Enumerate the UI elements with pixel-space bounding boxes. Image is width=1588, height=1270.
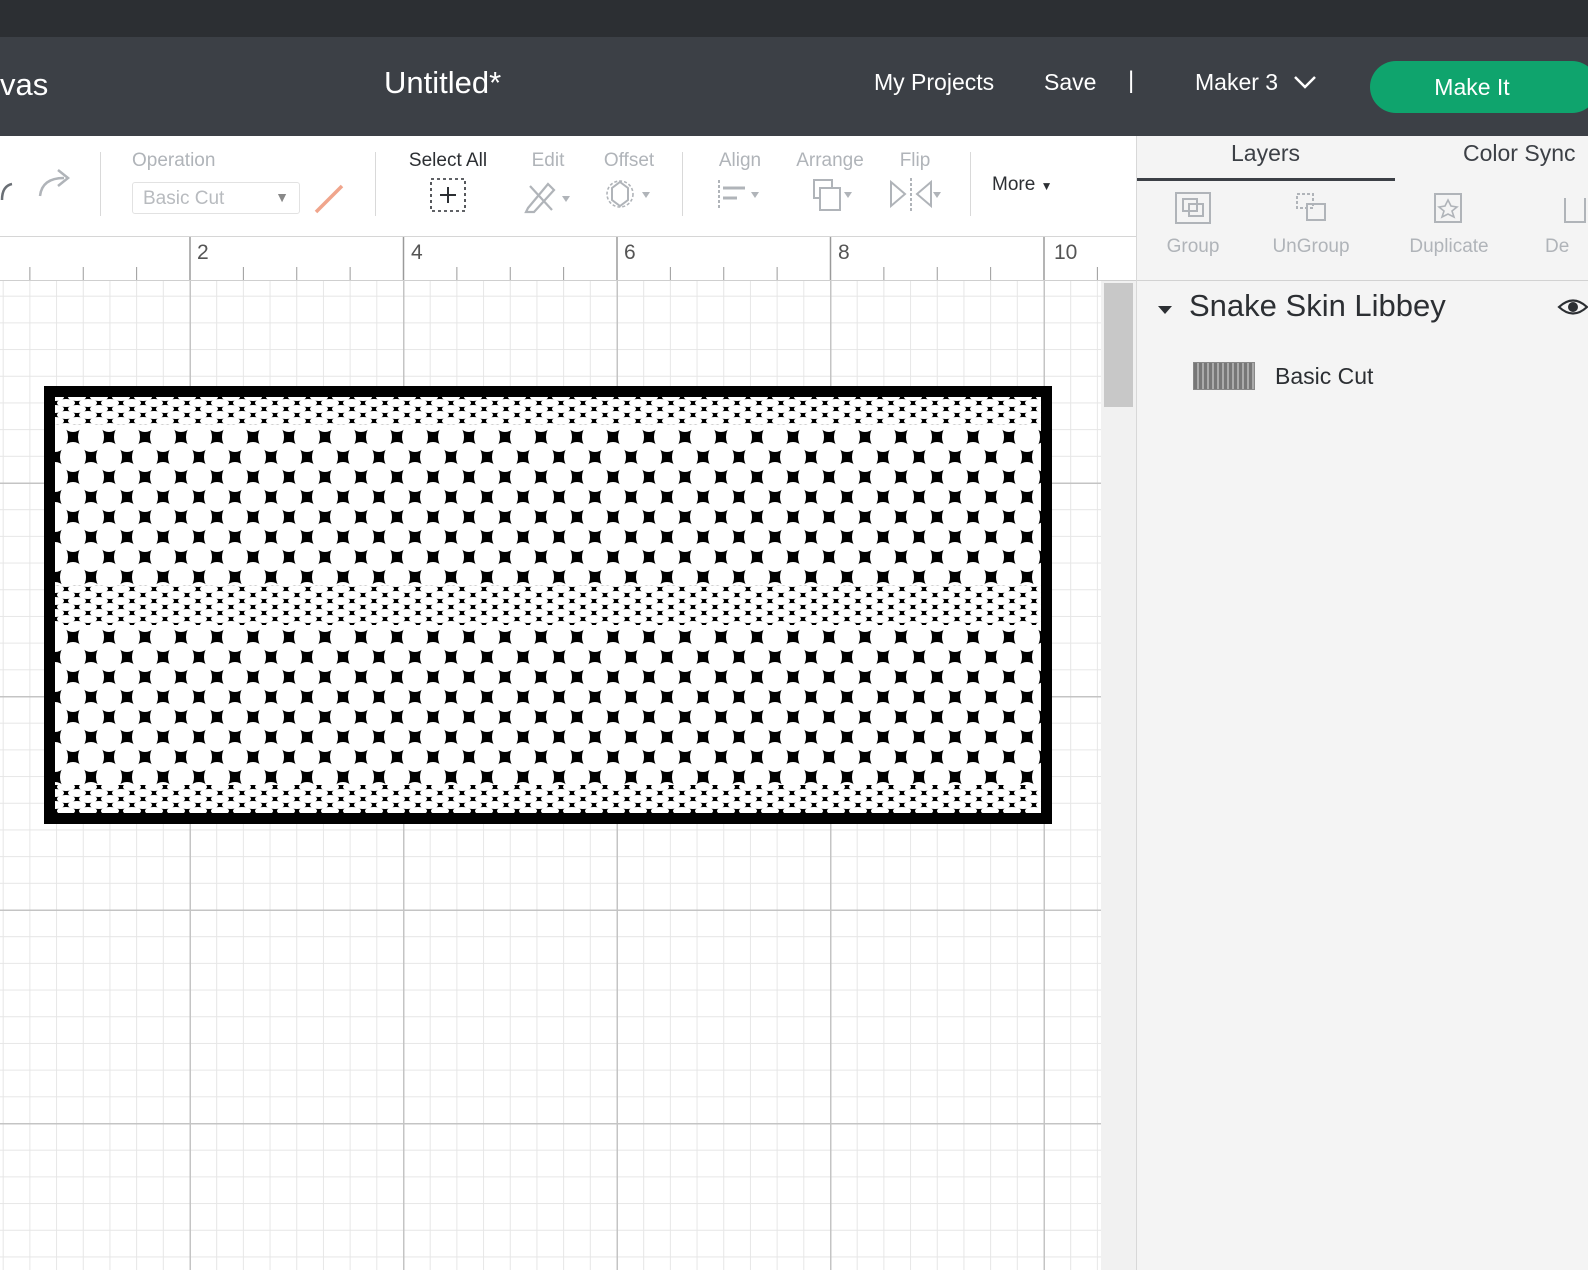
collapse-triangle-icon[interactable] <box>1157 288 1173 324</box>
project-title[interactable]: Untitled* <box>384 65 501 101</box>
operation-label: Operation <box>132 150 216 171</box>
layer-item-name: Basic Cut <box>1275 362 1374 389</box>
align-group[interactable]: Align <box>710 150 770 219</box>
panel-tabs: Layers Color Sync <box>1137 136 1588 181</box>
operation-select[interactable]: Basic Cut ▼ <box>132 182 300 214</box>
undo-icon[interactable] <box>0 176 14 211</box>
my-projects-button[interactable]: My Projects <box>874 69 994 96</box>
make-it-label: Make It <box>1434 73 1510 100</box>
save-button[interactable]: Save <box>1044 69 1096 96</box>
snake-skin-design[interactable] <box>44 386 1052 824</box>
canvas-vertical-scrollbar[interactable] <box>1101 281 1136 1270</box>
tab-color-sync[interactable]: Color Sync <box>1463 140 1575 167</box>
ruler-ticks <box>29 237 1098 280</box>
toolbar-divider <box>682 152 683 216</box>
snake-skin-pattern <box>55 397 1041 813</box>
toolbar-divider <box>375 152 376 216</box>
edit-label: Edit <box>531 150 565 171</box>
toolbar-divider <box>970 152 971 216</box>
toolbar-divider <box>100 152 101 216</box>
arrange-group[interactable]: Arrange <box>790 150 870 219</box>
select-all-label: Select All <box>408 150 488 171</box>
chevron-down-icon <box>1292 69 1318 96</box>
more-label: More <box>992 174 1036 195</box>
design-canvas[interactable] <box>0 281 1101 1270</box>
ruler-mark: 8 <box>838 241 850 264</box>
group-button[interactable]: Group <box>1151 190 1235 258</box>
linetype-color-icon[interactable] <box>312 182 346 216</box>
ruler-mark: 2 <box>197 241 209 264</box>
edit-toolbar: Operation Basic Cut ▼ Select All Edit Of… <box>0 136 1136 237</box>
ruler-mark: 4 <box>411 241 423 264</box>
trash-icon <box>1564 198 1586 223</box>
ruler-mark: 6 <box>624 241 636 264</box>
offset-icon <box>602 180 656 218</box>
offset-group[interactable]: Offset <box>596 150 662 219</box>
more-menu-button[interactable]: More ▼ <box>992 174 1052 196</box>
arrange-icon <box>802 179 858 218</box>
layer-item[interactable]: Basic Cut <box>1193 362 1373 390</box>
canvas-label: vas <box>0 67 49 102</box>
layer-thumbnail <box>1193 362 1255 390</box>
operation-value: Basic Cut <box>143 188 225 209</box>
scrollbar-thumb[interactable] <box>1104 283 1133 407</box>
caret-down-icon: ▼ <box>1040 179 1053 193</box>
align-label: Align <box>718 150 762 171</box>
flip-group[interactable]: Flip <box>886 150 944 219</box>
delete-label: De <box>1545 236 1570 257</box>
dropdown-arrow-icon: ▼ <box>275 189 289 205</box>
flip-icon <box>887 178 943 218</box>
header-separator: | <box>1128 67 1135 94</box>
ungroup-button[interactable]: UnGroup <box>1265 190 1357 258</box>
group-label: Group <box>1166 236 1220 257</box>
edit-group[interactable]: Edit <box>516 150 580 219</box>
layers-panel: Layers Color Sync Group UnGroup Duplicat… <box>1136 136 1588 1270</box>
layer-group-name: Snake Skin Libbey <box>1189 288 1446 323</box>
app-header: vas Untitled* My Projects Save | Maker 3… <box>0 37 1588 136</box>
make-it-button[interactable]: Make It <box>1370 61 1588 113</box>
tab-layers[interactable]: Layers <box>1231 140 1300 167</box>
visibility-eye-icon[interactable] <box>1557 296 1588 323</box>
duplicate-label: Duplicate <box>1409 236 1489 257</box>
redo-icon[interactable] <box>36 166 76 207</box>
select-all-icon <box>428 178 468 218</box>
edit-pencil-icon <box>522 182 574 218</box>
duplicate-icon <box>1434 193 1462 223</box>
duplicate-button[interactable]: Duplicate <box>1399 190 1499 258</box>
window-title-strip <box>0 0 1588 37</box>
ruler-mark: 10 <box>1054 241 1078 264</box>
ungroup-icon <box>1296 193 1326 221</box>
machine-selector[interactable]: Maker 3 <box>1195 69 1318 96</box>
layer-group-row[interactable]: Snake Skin Libbey <box>1157 288 1446 324</box>
align-left-icon <box>713 180 767 218</box>
horizontal-ruler: 2 4 6 8 10 <box>0 237 1136 281</box>
ungroup-label: UnGroup <box>1272 236 1350 257</box>
flip-label: Flip <box>899 150 931 171</box>
layer-tools: Group UnGroup Duplicate De <box>1137 182 1588 281</box>
offset-label: Offset <box>603 150 655 171</box>
arrange-label: Arrange <box>796 150 864 171</box>
select-all-group[interactable]: Select All <box>404 150 492 219</box>
group-icon <box>1175 192 1211 224</box>
active-tab-indicator <box>1137 178 1395 181</box>
machine-name: Maker 3 <box>1195 69 1279 95</box>
delete-button[interactable]: De <box>1545 190 1588 258</box>
